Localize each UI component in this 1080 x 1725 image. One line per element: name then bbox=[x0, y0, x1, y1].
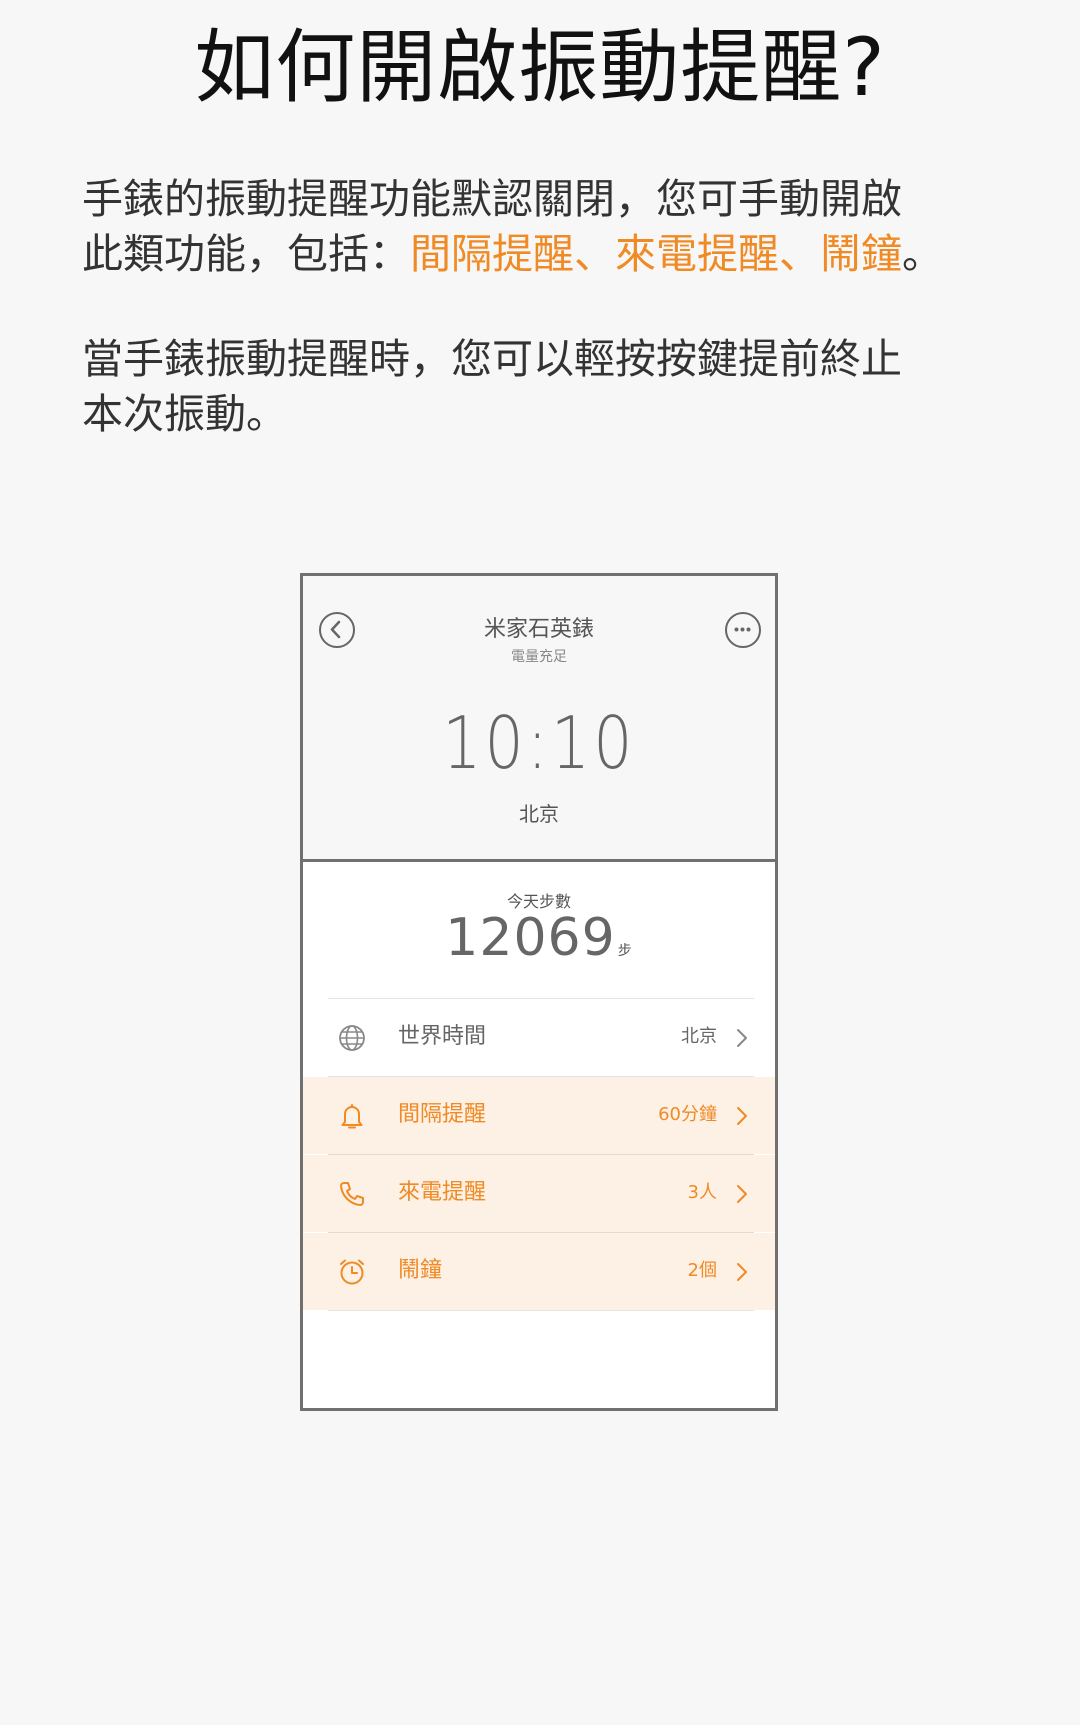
steps-value: 12069 bbox=[445, 908, 616, 968]
chevron-right-icon bbox=[737, 1107, 747, 1125]
intro-suffix: 。 bbox=[902, 230, 943, 278]
row-label: 間隔提醒 bbox=[398, 1102, 487, 1127]
steps-unit: 步 bbox=[617, 943, 633, 959]
chevron-right-icon bbox=[737, 1029, 747, 1047]
watch-time: 10:10 bbox=[442, 701, 636, 785]
row-world-time[interactable]: 世界時間 北京 bbox=[303, 999, 775, 1076]
more-icon[interactable] bbox=[725, 612, 761, 648]
chevron-right-icon bbox=[737, 1263, 747, 1281]
device-name: 米家石英錶 bbox=[483, 617, 594, 642]
globe-icon bbox=[339, 1025, 365, 1051]
steps-count: 12069 步 bbox=[303, 908, 775, 968]
row-call-reminder[interactable]: 來電提醒 3人 bbox=[303, 1155, 775, 1232]
time-city: 北京 bbox=[519, 802, 559, 826]
intro-paragraph: 手錶的振動提醒功能默認關閉，您可手動開啟 此類功能，包括：間隔提醒、來電提醒、鬧… bbox=[82, 172, 1002, 282]
row-value: 60分鐘 bbox=[658, 1104, 717, 1125]
row-value: 3人 bbox=[687, 1182, 717, 1203]
intro-highlight: 間隔提醒、來電提醒、鬧鐘 bbox=[410, 230, 902, 278]
alarm-clock-icon bbox=[340, 1259, 364, 1285]
note-paragraph: 當手錶振動提醒時，您可以輕按按鍵提前終止 本次振動。 bbox=[82, 332, 1002, 442]
note-line-1: 當手錶振動提醒時，您可以輕按按鍵提前終止 bbox=[82, 335, 902, 383]
bell-icon bbox=[341, 1104, 363, 1129]
phone-mockup: 米家石英錶 電量充足 10:10 北京 今天步數 12069 步 世界時間 北京 … bbox=[300, 573, 778, 1411]
row-interval-reminder[interactable]: 間隔提醒 60分鐘 bbox=[303, 1077, 775, 1154]
note-line-2: 本次振動。 bbox=[82, 390, 287, 438]
intro-prefix: 此類功能，包括： bbox=[82, 230, 410, 278]
row-value: 2個 bbox=[687, 1260, 717, 1281]
row-label: 鬧鐘 bbox=[398, 1258, 443, 1283]
row-label: 來電提醒 bbox=[398, 1180, 487, 1205]
page-title: 如何開啟振動提醒? bbox=[194, 21, 886, 114]
intro-line-1: 手錶的振動提醒功能默認關閉，您可手動開啟 bbox=[82, 175, 902, 223]
chevron-right-icon bbox=[737, 1185, 747, 1203]
battery-status: 電量充足 bbox=[511, 649, 567, 665]
divider bbox=[328, 1310, 754, 1311]
row-label: 世界時間 bbox=[398, 1024, 487, 1049]
phone-icon bbox=[340, 1182, 364, 1206]
watch-header: 米家石英錶 電量充足 10:10 北京 bbox=[303, 576, 775, 862]
row-value: 北京 bbox=[681, 1026, 717, 1047]
intro-line-2: 此類功能，包括：間隔提醒、來電提醒、鬧鐘。 bbox=[82, 227, 1002, 282]
row-alarm[interactable]: 鬧鐘 2個 bbox=[303, 1233, 775, 1310]
